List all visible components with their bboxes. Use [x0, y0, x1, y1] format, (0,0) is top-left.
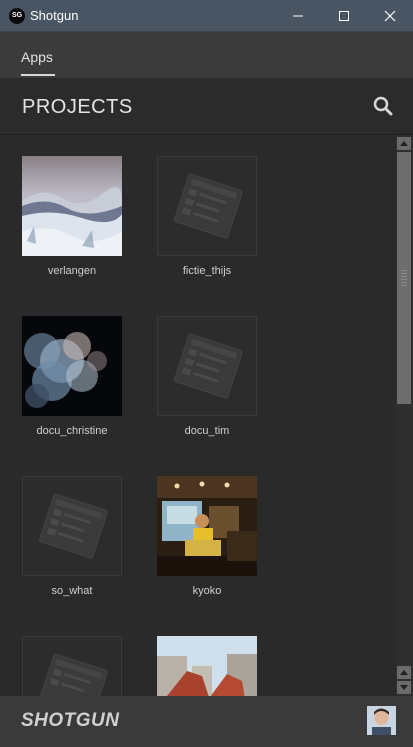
project-thumbnail[interactable] — [22, 316, 122, 416]
project-thumbnail[interactable] — [157, 156, 257, 256]
scroll-up-button-bottom[interactable] — [397, 666, 411, 679]
chevron-up-icon — [400, 141, 408, 146]
project-name: verlangen — [47, 265, 97, 277]
placeholder-thumbnail-icon — [173, 333, 243, 399]
title-bar[interactable]: SG Shotgun — [0, 0, 413, 32]
project-name: kyoko — [192, 585, 222, 597]
project-name: docu_christine — [36, 425, 108, 437]
page-header: PROJECTS — [0, 78, 413, 135]
search-button[interactable] — [372, 95, 394, 117]
vertical-scrollbar[interactable] — [396, 135, 413, 696]
placeholder-thumbnail-icon — [173, 173, 243, 239]
close-icon — [384, 10, 396, 22]
active-tab-indicator — [21, 74, 55, 76]
grip-icon — [401, 270, 407, 286]
tab-bar: Apps — [0, 32, 413, 78]
project-thumbnail[interactable] — [22, 156, 122, 256]
placeholder-thumbnail-icon — [38, 653, 108, 696]
project-thumbnail[interactable] — [22, 636, 122, 696]
page-title: PROJECTS — [22, 96, 133, 118]
project-thumbnail[interactable] — [157, 476, 257, 576]
chevron-down-icon — [400, 685, 408, 690]
bus-interior-thumbnail-image — [157, 476, 257, 576]
search-icon — [373, 96, 393, 116]
avatar[interactable] — [367, 706, 396, 735]
footer-bar: SHOTGUN — [0, 696, 413, 747]
shotgun-logo-icon: SG — [9, 8, 25, 24]
placeholder-thumbnail-icon — [38, 493, 108, 559]
scroll-down-button[interactable] — [397, 681, 411, 694]
landscape-thumbnail-image — [22, 156, 122, 256]
smoke-thumbnail-image — [22, 316, 122, 416]
shotgun-brand-logo: SHOTGUN — [21, 710, 120, 731]
close-button[interactable] — [367, 0, 413, 31]
maximize-icon — [339, 11, 349, 21]
project-name: docu_tim — [184, 425, 230, 437]
project-name: so_what — [51, 585, 93, 597]
minimize-icon — [293, 15, 303, 17]
project-thumbnail[interactable] — [157, 316, 257, 416]
window-title: Shotgun — [30, 8, 79, 23]
user-avatar-image — [367, 706, 396, 735]
project-name: fictie_thijs — [182, 265, 232, 277]
project-thumbnail[interactable] — [22, 476, 122, 576]
chevron-up-icon — [400, 670, 408, 675]
scrollbar-thumb[interactable] — [397, 152, 411, 404]
scroll-up-button[interactable] — [397, 137, 411, 150]
tab-apps[interactable]: Apps — [21, 49, 53, 65]
construction-thumbnail-image — [157, 636, 257, 696]
project-thumbnail[interactable] — [157, 636, 257, 696]
project-grid: verlangen fictie_thijs docu_christine do… — [0, 135, 396, 696]
app-window: SG Shotgun Apps PROJECTS verlangen ficti… — [0, 0, 413, 747]
minimize-button[interactable] — [275, 0, 321, 31]
maximize-button[interactable] — [321, 0, 367, 31]
